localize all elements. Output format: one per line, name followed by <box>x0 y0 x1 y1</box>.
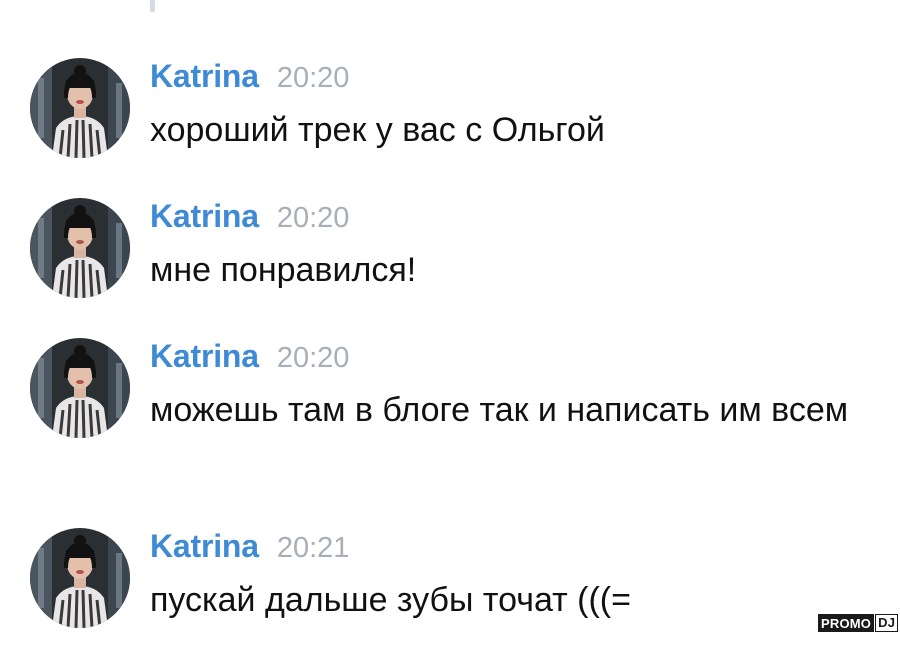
author-name[interactable]: Katrina <box>150 338 259 374</box>
message-text: пускай дальше зубы точат (((= <box>150 581 631 619</box>
message-text: можешь там в блоге так и написать им все… <box>150 391 849 429</box>
message-header: Katrina 20:21 <box>150 528 349 565</box>
message-time: 20:20 <box>276 342 350 374</box>
message-header: Katrina 20:20 <box>150 338 349 375</box>
message-header: Katrina 20:20 <box>150 58 349 95</box>
message-header: Katrina 20:20 <box>150 198 349 235</box>
message-time: 20:20 <box>276 62 350 94</box>
author-name[interactable]: Katrina <box>150 528 259 564</box>
avatar[interactable] <box>30 198 130 298</box>
avatar[interactable] <box>30 58 130 158</box>
message-time: 20:20 <box>276 202 350 234</box>
avatar[interactable] <box>30 338 130 438</box>
author-name[interactable]: Katrina <box>150 58 259 94</box>
watermark-part1: PROMO <box>818 614 875 632</box>
message-time: 20:21 <box>276 532 350 564</box>
author-name[interactable]: Katrina <box>150 198 259 234</box>
scrollbar-stub <box>150 0 155 12</box>
promodj-watermark: PROMO DJ <box>818 614 899 632</box>
message-text: хороший трек у вас с Ольгой <box>150 111 605 149</box>
avatar[interactable] <box>30 528 130 628</box>
message-text: мне понравился! <box>150 251 417 289</box>
watermark-part2: DJ <box>875 614 899 632</box>
